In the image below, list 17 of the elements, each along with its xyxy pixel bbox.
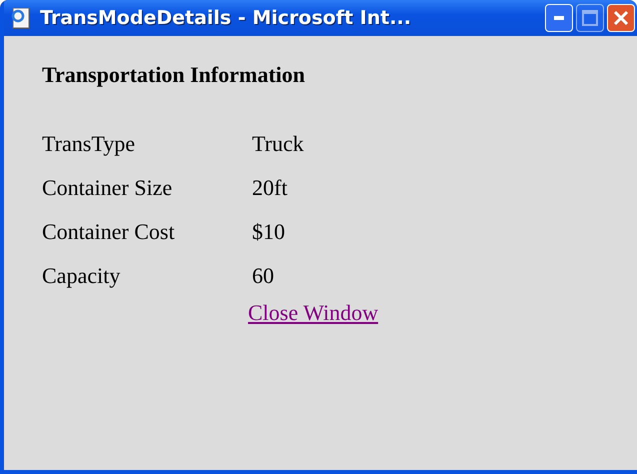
field-label: Container Size <box>42 174 174 202</box>
close-button[interactable] <box>607 4 635 32</box>
minimize-icon <box>554 16 564 20</box>
field-label: Capacity <box>42 262 122 290</box>
minimize-button[interactable] <box>545 4 573 32</box>
page-icon <box>10 7 32 29</box>
field-label: Container Cost <box>42 218 176 246</box>
field-label: TransType <box>42 130 136 158</box>
field-value: 60 <box>252 262 275 290</box>
maximize-icon <box>582 10 598 26</box>
window-title: TransModeDetails - Microsoft Int... <box>40 7 412 29</box>
field-value: $10 <box>252 218 286 246</box>
field-value: 20ft <box>252 174 288 202</box>
close-window-link[interactable]: Close Window <box>248 300 378 326</box>
section-heading: Transportation Information <box>42 62 306 88</box>
close-icon <box>613 10 629 26</box>
field-value: Truck <box>252 130 304 158</box>
